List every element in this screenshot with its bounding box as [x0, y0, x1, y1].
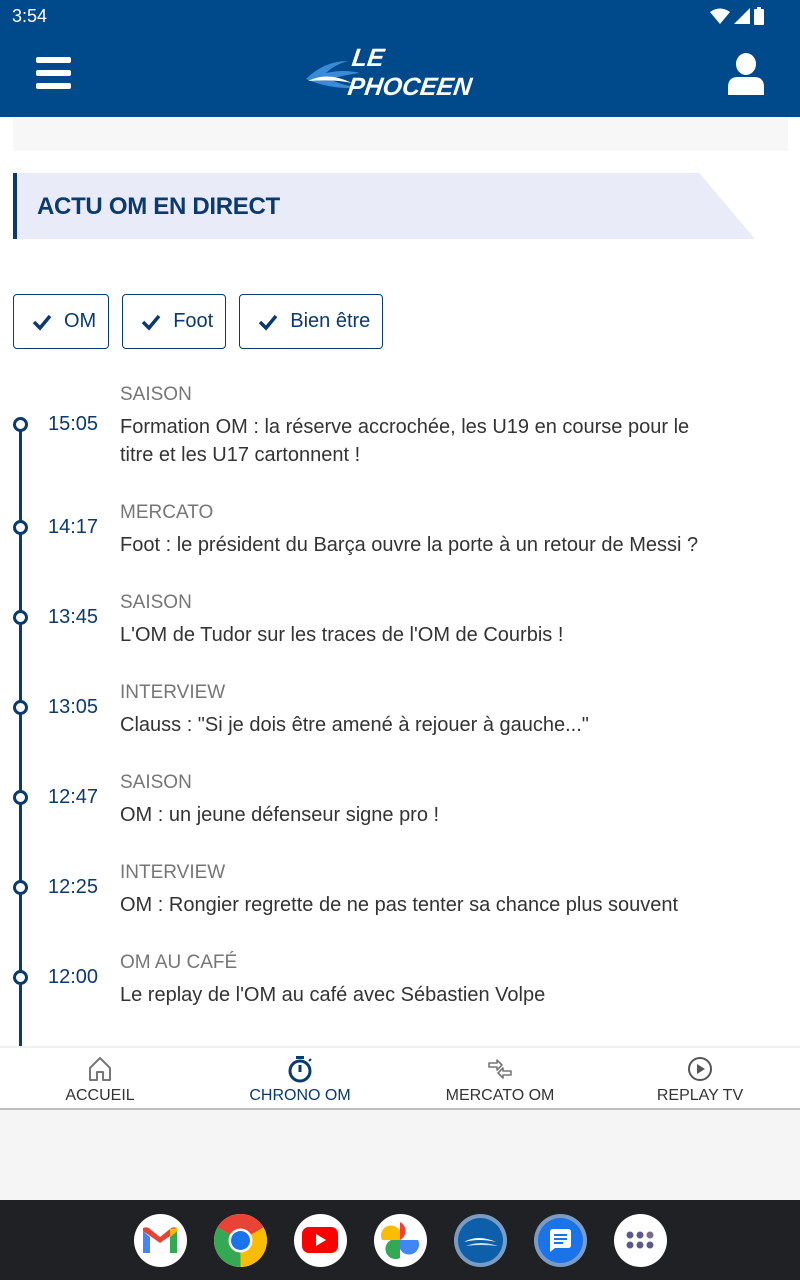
timeline-dot: [13, 970, 28, 985]
nav-tab-chrono-om[interactable]: CHRONO OM: [200, 1048, 400, 1108]
filter-chips: OM Foot Bien être: [13, 294, 384, 349]
timeline-category: INTERVIEW: [120, 682, 226, 703]
messages-icon: [537, 1217, 583, 1263]
screen: 3:54 LE PHOCEEN ACTU OM EN DIRECT OM Foo…: [0, 0, 800, 1280]
gmail-icon: [143, 1227, 177, 1253]
dock-app-le-phoceen[interactable]: [453, 1213, 507, 1267]
timeline-category: INTERVIEW: [120, 862, 226, 883]
transfer-arrows-icon: [488, 1059, 512, 1079]
timeline-time: 15:05: [48, 413, 99, 435]
timeline-dot: [13, 417, 28, 432]
dock-app-gmail[interactable]: [133, 1213, 187, 1267]
dock-app-photos[interactable]: [373, 1213, 427, 1267]
timeline-title[interactable]: Foot : le président du Barça ouvre la po…: [120, 531, 720, 559]
battery-icon: [754, 7, 764, 25]
app-header: LE PHOCEEN: [0, 33, 800, 117]
play-circle-icon: [688, 1057, 712, 1081]
user-icon: [728, 53, 764, 95]
blank-area: [0, 1110, 800, 1200]
stopwatch-icon: [288, 1056, 312, 1083]
logo-text: LE PHOCEEN: [346, 44, 474, 101]
filter-chip-om[interactable]: OM: [13, 294, 110, 349]
dock-app-drawer[interactable]: [613, 1213, 667, 1267]
filter-label: Bien être: [290, 310, 371, 332]
status-icons: [710, 7, 764, 25]
timeline-category: SAISON: [120, 592, 192, 613]
nav-tab-mercato-om[interactable]: MERCATO OM: [400, 1048, 600, 1108]
timeline-time: 12:25: [48, 876, 99, 898]
timeline-dot: [13, 880, 28, 895]
le-phoceen-app-icon: [457, 1217, 503, 1263]
app-dock: [0, 1200, 800, 1280]
status-time: 3:54: [12, 6, 48, 26]
logo[interactable]: LE PHOCEEN: [304, 44, 500, 101]
filter-chip-foot[interactable]: Foot: [122, 294, 227, 349]
timeline-line: [19, 424, 22, 1046]
check-icon: [259, 314, 278, 331]
app-grid-icon: [626, 1231, 654, 1249]
section-title: ACTU OM EN DIRECT: [37, 193, 280, 220]
dock-app-youtube[interactable]: [293, 1213, 347, 1267]
filter-label: Foot: [173, 310, 214, 332]
timeline-category: MERCATO: [120, 502, 214, 523]
dock-app-messages[interactable]: [533, 1213, 587, 1267]
timeline-category: OM AU CAFÉ: [120, 952, 238, 973]
home-icon: [89, 1057, 111, 1081]
filter-chip-bien-etre[interactable]: Bien être: [239, 294, 384, 349]
nav-label: ACCUEIL: [65, 1087, 135, 1104]
check-icon: [32, 314, 52, 331]
filter-label: OM: [64, 310, 97, 332]
nav-tab-replay-tv[interactable]: REPLAY TV: [600, 1048, 800, 1108]
nav-label: MERCATO OM: [445, 1087, 555, 1104]
check-icon: [141, 314, 161, 331]
nav-label: REPLAY TV: [656, 1087, 744, 1104]
timeline-category: SAISON: [120, 772, 192, 793]
timeline-title[interactable]: Clauss : "Si je dois être amené à rejoue…: [120, 711, 720, 739]
timeline-dot: [13, 700, 28, 715]
timeline-title[interactable]: OM : Rongier regrette de ne pas tenter s…: [120, 891, 720, 919]
timeline-time: 12:47: [48, 786, 99, 808]
timeline-title[interactable]: L'OM de Tudor sur les traces de l'OM de …: [120, 621, 720, 649]
nav-label: CHRONO OM: [249, 1087, 351, 1104]
hamburger-icon-line: [36, 70, 71, 76]
timeline-time: 13:45: [48, 606, 99, 628]
photos-icon: [380, 1222, 420, 1260]
timeline-time: 12:00: [48, 966, 99, 988]
signal-icon: [734, 8, 750, 24]
wifi-icon: [710, 8, 730, 24]
youtube-icon: [302, 1227, 338, 1253]
nav-tab-accueil[interactable]: ACCUEIL: [0, 1048, 200, 1108]
menu-button[interactable]: [36, 57, 72, 91]
status-bar: 3:54: [0, 0, 800, 33]
dock-app-chrome[interactable]: [213, 1213, 267, 1267]
chrome-icon: [213, 1213, 267, 1267]
timeline-dot: [13, 790, 28, 805]
timeline-title[interactable]: OM : un jeune défenseur signe pro !: [120, 801, 720, 829]
timeline-time: 13:05: [48, 696, 99, 718]
section-header: ACTU OM EN DIRECT: [13, 173, 755, 239]
bottom-nav: ACCUEIL CHRONO OM MERCATO OM REPLAY TV: [0, 1046, 800, 1110]
hamburger-icon-line: [36, 57, 71, 63]
ad-placeholder: [13, 117, 788, 151]
timeline-dot: [13, 610, 28, 625]
user-account-button[interactable]: [728, 53, 764, 95]
timeline-title[interactable]: Formation OM : la réserve accrochée, les…: [120, 413, 720, 469]
timeline-title[interactable]: Le replay de l'OM au café avec Sébastien…: [120, 981, 720, 1009]
timeline-dot: [13, 520, 28, 535]
timeline-category: SAISON: [120, 384, 192, 405]
news-timeline: 15:05 SAISON Formation OM : la réserve a…: [0, 380, 800, 1046]
timeline-time: 14:17: [48, 516, 99, 538]
section-header-accent: [13, 173, 17, 239]
hamburger-icon-line: [36, 83, 71, 89]
